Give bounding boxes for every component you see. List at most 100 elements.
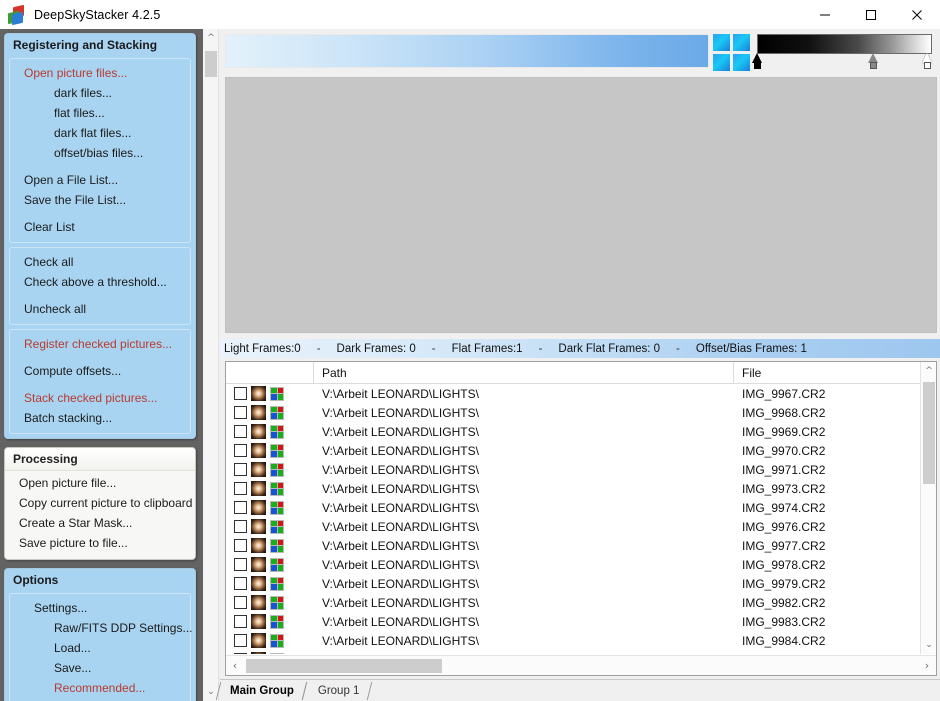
- color-square-tr[interactable]: [733, 34, 750, 51]
- row-path: V:\Arbeit LEONARD\LIGHTS\: [322, 519, 479, 534]
- menu-item-open-picture-files[interactable]: Open picture files...: [10, 63, 190, 83]
- row-checkbox[interactable]: [234, 501, 247, 514]
- file-list-horizontal-scrollbar[interactable]: ‹ ›: [226, 655, 936, 675]
- row-checkbox[interactable]: [234, 596, 247, 609]
- row-checkbox[interactable]: [234, 482, 247, 495]
- row-checkbox[interactable]: [234, 615, 247, 628]
- histogram-white-point-slider[interactable]: [921, 53, 933, 69]
- menu-item-uncheck-all[interactable]: Uncheck all: [10, 299, 190, 319]
- maximize-icon[interactable]: [848, 0, 894, 29]
- table-row[interactable]: V:\Arbeit LEONARD\LIGHTS\ IMG_9971.CR2: [226, 460, 920, 479]
- row-path: V:\Arbeit LEONARD\LIGHTS\: [322, 576, 479, 591]
- row-checkbox[interactable]: [234, 463, 247, 476]
- star-thumbnail-icon: [251, 405, 266, 420]
- status-separator: -: [676, 342, 680, 355]
- histogram-gradient[interactable]: [757, 34, 932, 54]
- table-row[interactable]: V:\Arbeit LEONARD\LIGHTS\ IMG_9968.CR2: [226, 403, 920, 422]
- column-header-file[interactable]: File: [734, 362, 920, 384]
- minimize-icon[interactable]: [802, 0, 848, 29]
- table-row[interactable]: V:\Arbeit LEONARD\LIGHTS\IMG_9985.CR2: [226, 650, 920, 654]
- sidebar-scroll-thumb[interactable]: [205, 51, 217, 77]
- table-row[interactable]: V:\Arbeit LEONARD\LIGHTS\ IMG_9979.CR2: [226, 574, 920, 593]
- four-square-color-toggle[interactable]: [713, 34, 751, 71]
- vertical-scroll-thumb[interactable]: [923, 382, 935, 484]
- row-icons: [226, 443, 314, 458]
- menu-item-create-a-star-mask[interactable]: Create a Star Mask...: [5, 513, 195, 533]
- menu-item-clear-list[interactable]: Clear List: [10, 217, 190, 237]
- histogram-black-point-slider[interactable]: [751, 53, 763, 69]
- table-row[interactable]: V:\Arbeit LEONARD\LIGHTS\ IMG_9967.CR2: [226, 384, 920, 403]
- column-header-icons[interactable]: [226, 361, 314, 384]
- tab-group-1[interactable]: Group 1: [308, 681, 374, 701]
- table-row[interactable]: V:\Arbeit LEONARD\LIGHTS\ IMG_9973.CR2: [226, 479, 920, 498]
- bayer-pattern-icon: [270, 614, 284, 629]
- luminance-gradient-bar[interactable]: [225, 34, 709, 68]
- table-row[interactable]: V:\Arbeit LEONARD\LIGHTS\ IMG_9984.CR2: [226, 631, 920, 650]
- table-row[interactable]: V:\Arbeit LEONARD\LIGHTS\ IMG_9970.CR2: [226, 441, 920, 460]
- color-square-tl[interactable]: [713, 34, 730, 51]
- table-row[interactable]: V:\Arbeit LEONARD\LIGHTS\ IMG_9983.CR2: [226, 612, 920, 631]
- menu-item-check-above-a-threshold[interactable]: Check above a threshold...: [10, 272, 190, 292]
- table-row[interactable]: V:\Arbeit LEONARD\LIGHTS\ IMG_9969.CR2: [226, 422, 920, 441]
- row-icons: [226, 462, 314, 477]
- horizontal-scroll-track[interactable]: [244, 656, 918, 676]
- menu-item-open-picture-file[interactable]: Open picture file...: [5, 473, 195, 493]
- picture-preview-area[interactable]: [225, 77, 937, 333]
- menu-item-register-checked-pictures[interactable]: Register checked pictures...: [10, 334, 190, 354]
- row-file: IMG_9982.CR2: [742, 595, 826, 610]
- scroll-up-icon[interactable]: ^: [921, 362, 937, 380]
- sidebar-scrollbar[interactable]: ^ ⌄: [203, 29, 219, 701]
- color-square-br[interactable]: [733, 54, 750, 71]
- menu-item-load[interactable]: Load...: [10, 638, 190, 658]
- row-file: IMG_9973.CR2: [742, 481, 826, 496]
- table-row[interactable]: V:\Arbeit LEONARD\LIGHTS\ IMG_9976.CR2: [226, 517, 920, 536]
- menu-item-stack-checked-pictures[interactable]: Stack checked pictures...: [10, 388, 190, 408]
- menu-item-save-picture-to-file[interactable]: Save picture to file...: [5, 533, 195, 553]
- histogram-mid-point-slider[interactable]: [867, 53, 879, 69]
- menu-item-compute-offsets[interactable]: Compute offsets...: [10, 361, 190, 381]
- menu-item-raw-fits-ddp-settings[interactable]: Raw/FITS DDP Settings...: [10, 618, 193, 638]
- scroll-down-icon[interactable]: ⌄: [921, 636, 937, 654]
- menu-item-dark-files[interactable]: dark files...: [10, 83, 190, 103]
- menu-item-settings[interactable]: Settings...: [10, 598, 190, 618]
- table-row[interactable]: V:\Arbeit LEONARD\LIGHTS\ IMG_9977.CR2: [226, 536, 920, 555]
- table-row[interactable]: V:\Arbeit LEONARD\LIGHTS\ IMG_9974.CR2: [226, 498, 920, 517]
- row-checkbox[interactable]: [234, 634, 247, 647]
- close-icon[interactable]: [894, 0, 940, 29]
- table-row[interactable]: V:\Arbeit LEONARD\LIGHTS\ IMG_9978.CR2: [226, 555, 920, 574]
- menu-item-batch-stacking[interactable]: Batch stacking...: [10, 408, 190, 428]
- scroll-left-icon[interactable]: ‹: [226, 656, 244, 676]
- menu-item-dark-flat-files[interactable]: dark flat files...: [10, 123, 190, 143]
- row-path: V:\Arbeit LEONARD\LIGHTS\: [322, 386, 479, 401]
- row-path: V:\Arbeit LEONARD\LIGHTS\: [322, 538, 479, 553]
- row-icons: [226, 576, 314, 591]
- row-checkbox[interactable]: [234, 539, 247, 552]
- row-checkbox[interactable]: [234, 444, 247, 457]
- color-square-bl[interactable]: [713, 54, 730, 71]
- row-checkbox[interactable]: [234, 425, 247, 438]
- row-checkbox[interactable]: [234, 387, 247, 400]
- row-checkbox[interactable]: [234, 577, 247, 590]
- row-checkbox[interactable]: [234, 406, 247, 419]
- star-thumbnail-icon: [251, 519, 266, 534]
- row-checkbox[interactable]: [234, 520, 247, 533]
- row-icons: [226, 386, 314, 401]
- horizontal-scroll-thumb[interactable]: [246, 658, 442, 673]
- menu-item-open-a-file-list[interactable]: Open a File List...: [10, 170, 190, 190]
- menu-item-save[interactable]: Save...: [10, 658, 190, 678]
- row-checkbox[interactable]: [234, 558, 247, 571]
- scroll-up-icon[interactable]: ^: [203, 29, 219, 47]
- menu-item-recommended[interactable]: Recommended...: [10, 678, 190, 698]
- menu-item-offset-bias-files[interactable]: offset/bias files...: [10, 143, 190, 163]
- file-list-vertical-scrollbar[interactable]: ^ ⌄: [920, 362, 936, 654]
- row-checkbox[interactable]: [234, 653, 247, 654]
- menu-item-copy-current-picture-to-clipboard[interactable]: Copy current picture to clipboard: [5, 493, 195, 513]
- table-row[interactable]: V:\Arbeit LEONARD\LIGHTS\ IMG_9982.CR2: [226, 593, 920, 612]
- scroll-right-icon[interactable]: ›: [918, 656, 936, 676]
- menu-item-flat-files[interactable]: flat files...: [10, 103, 190, 123]
- column-header-path[interactable]: Path: [314, 361, 734, 384]
- menu-item-check-all[interactable]: Check all: [10, 252, 190, 272]
- tab-main-group[interactable]: Main Group: [220, 681, 308, 701]
- menu-item-save-the-file-list[interactable]: Save the File List...: [10, 190, 190, 210]
- row-file: IMG_9978.CR2: [742, 557, 826, 572]
